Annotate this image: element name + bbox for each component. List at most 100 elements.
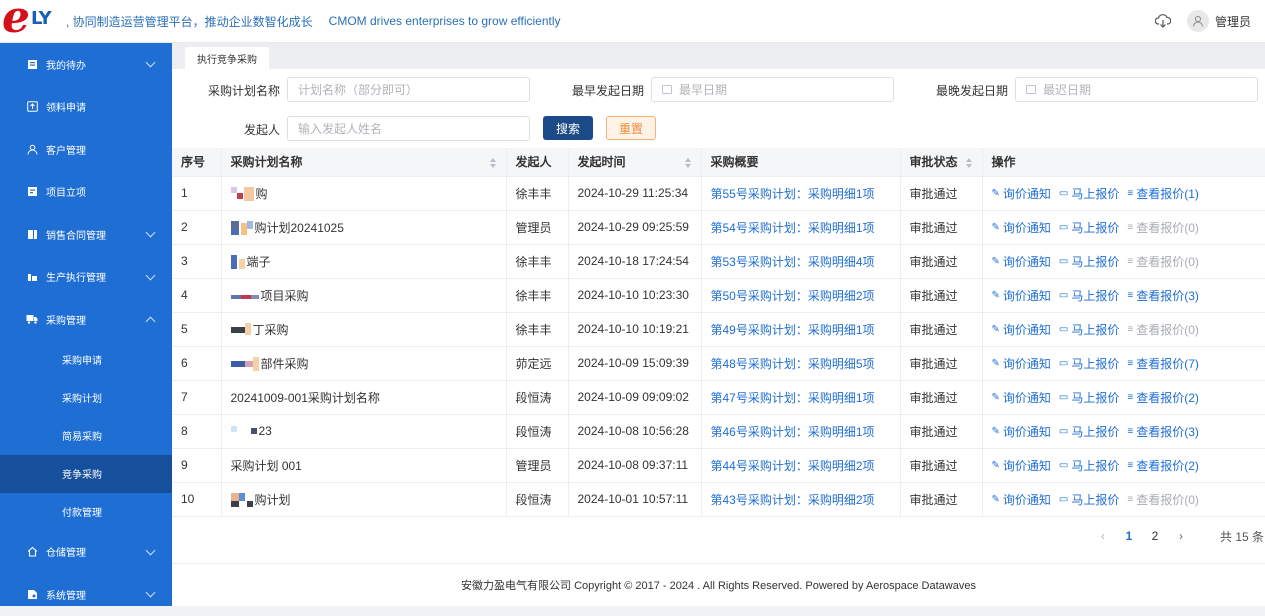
user-name[interactable]: 管理员 bbox=[1215, 13, 1251, 30]
sidebar-item-label: 系统管理 bbox=[46, 590, 86, 602]
user-avatar-icon[interactable] bbox=[1186, 10, 1209, 32]
cell-no: 5 bbox=[172, 312, 222, 347]
summary-link[interactable]: 第55号采购计划：采购明细1项 bbox=[711, 187, 875, 201]
chat-icon: ▭ bbox=[1058, 391, 1069, 403]
table-row[interactable]: 6 部件采购 茆定远 2024-10-09 15:09:39 第48号采购计划：采购明细… bbox=[172, 346, 1265, 381]
sidebar-item-project[interactable]: 项目立项 bbox=[0, 171, 172, 214]
summary-link[interactable]: 第47号采购计划：采购明细1项 bbox=[711, 391, 875, 405]
view-quotes-button[interactable]: ≡ 查看报价(2) bbox=[1127, 457, 1199, 474]
sort-icon[interactable] bbox=[489, 158, 496, 168]
sidebar-sub-purchase-request[interactable]: 采购申请 bbox=[0, 341, 172, 379]
table-row[interactable]: 9 采购计划 001 管理员 2024-10-08 09:37:11 第44号采购计划：… bbox=[172, 448, 1265, 483]
table-row[interactable]: 3 端子 徐丰丰 2024-10-18 17:24:54 第53号采购计划：采购明细4项… bbox=[172, 244, 1265, 279]
list-icon: ≡ bbox=[1127, 493, 1134, 505]
summary-link[interactable]: 第54号采购计划：采购明细1项 bbox=[711, 221, 875, 235]
inquiry-notice-button[interactable]: ✎ 询价通知 bbox=[992, 457, 1051, 474]
view-quotes-button[interactable]: ≡ 查看报价(0) bbox=[1127, 321, 1199, 338]
view-quotes-button[interactable]: ≡ 查看报价(2) bbox=[1127, 389, 1199, 406]
sidebar-item-material-request[interactable]: 领料申请 bbox=[0, 86, 172, 129]
table-row[interactable]: 1 购 徐丰丰 2024-10-29 11:25:34 第55号采购计划：采购明细1项 审… bbox=[172, 176, 1265, 211]
view-quotes-button[interactable]: ≡ 查看报价(3) bbox=[1127, 423, 1199, 440]
sidebar-item-warehouse[interactable]: 仓储管理 bbox=[0, 531, 172, 574]
summary-link[interactable]: 第50号采购计划：采购明细2项 bbox=[711, 289, 875, 303]
search-button[interactable]: 搜索 bbox=[543, 116, 593, 140]
sidebar-item-production[interactable]: 生产执行管理 bbox=[0, 256, 172, 299]
quote-now-button[interactable]: ▭ 马上报价 bbox=[1059, 185, 1119, 202]
quote-now-button[interactable]: ▭ 马上报价 bbox=[1059, 423, 1119, 440]
view-quotes-button[interactable]: ≡ 查看报价(0) bbox=[1127, 491, 1199, 508]
view-quotes-button[interactable]: ≡ 查看报价(1) bbox=[1127, 185, 1199, 202]
sidebar-sub-simple-purchase[interactable]: 简易采购 bbox=[0, 417, 172, 455]
initiator-input[interactable]: 输入发起人姓名 bbox=[287, 116, 530, 141]
quote-now-button[interactable]: ▭ 马上报价 bbox=[1059, 287, 1119, 304]
cell-initiator: 段恒涛 bbox=[506, 482, 569, 517]
prev-page-button[interactable]: ‹ bbox=[1090, 524, 1116, 548]
quote-now-button[interactable]: ▭ 马上报价 bbox=[1059, 253, 1119, 270]
cloud-download-icon[interactable] bbox=[1153, 11, 1173, 31]
view-quotes-label: 查看报价(1) bbox=[1136, 186, 1199, 201]
sidebar-item-customer[interactable]: 客户管理 bbox=[0, 128, 172, 171]
sidebar-item-procurement[interactable]: 采购管理 bbox=[0, 298, 172, 341]
page-1-button[interactable]: 1 bbox=[1116, 524, 1142, 548]
view-quotes-button[interactable]: ≡ 查看报价(3) bbox=[1127, 287, 1199, 304]
cell-plan-name: 购 bbox=[221, 176, 507, 211]
col-header-plan-name[interactable]: 采购计划名称 bbox=[221, 148, 507, 177]
tab-competitive-purchase[interactable]: 执行竞争采购 bbox=[185, 47, 269, 69]
table-row[interactable]: 2 购计划20241025 管理员 2024-10-29 09:25:59 第54号采购… bbox=[172, 210, 1265, 245]
summary-link[interactable]: 第46号采购计划：采购明细1项 bbox=[711, 425, 875, 439]
plan-name-text: 购计划20241025 bbox=[254, 220, 344, 235]
view-quotes-button[interactable]: ≡ 查看报价(0) bbox=[1127, 253, 1199, 270]
inquiry-notice-button[interactable]: ✎ 询价通知 bbox=[992, 219, 1051, 236]
inquiry-notice-button[interactable]: ✎ 询价通知 bbox=[992, 491, 1051, 508]
quote-now-button[interactable]: ▭ 马上报价 bbox=[1059, 457, 1119, 474]
inquiry-notice-button[interactable]: ✎ 询价通知 bbox=[992, 185, 1051, 202]
quote-now-button[interactable]: ▭ 马上报价 bbox=[1059, 491, 1119, 508]
page-2-button[interactable]: 2 bbox=[1142, 524, 1168, 548]
summary-link[interactable]: 第53号采购计划：采购明细4项 bbox=[711, 255, 875, 269]
summary-link[interactable]: 第49号采购计划：采购明细1项 bbox=[711, 323, 875, 337]
cell-time: 2024-10-10 10:19:21 bbox=[568, 312, 702, 347]
inquiry-notice-button[interactable]: ✎ 询价通知 bbox=[992, 321, 1051, 338]
next-page-button[interactable]: › bbox=[1168, 524, 1194, 548]
table-row[interactable]: 10 购计划 段恒涛 2024-10-01 10:57:11 第43号采购计划：采购明细… bbox=[172, 482, 1265, 517]
sort-icon[interactable] bbox=[965, 158, 972, 168]
reset-button[interactable]: 重置 bbox=[606, 116, 656, 140]
col-header-status[interactable]: 审批状态 bbox=[900, 148, 983, 177]
earliest-date-input[interactable]: 最早日期 bbox=[651, 77, 894, 102]
summary-link[interactable]: 第48号采购计划：采购明细5项 bbox=[711, 357, 875, 371]
latest-date-input[interactable]: 最迟日期 bbox=[1015, 77, 1258, 102]
quote-now-button[interactable]: ▭ 马上报价 bbox=[1059, 389, 1119, 406]
summary-link[interactable]: 第44号采购计划：采购明细2项 bbox=[711, 459, 875, 473]
sidebar-sub-competitive-purchase[interactable]: 竞争采购 bbox=[0, 454, 172, 493]
sidebar-sub-payment[interactable]: 付款管理 bbox=[0, 493, 172, 531]
summary-link[interactable]: 第43号采购计划：采购明细2项 bbox=[711, 493, 875, 507]
inquiry-notice-button[interactable]: ✎ 询价通知 bbox=[992, 423, 1051, 440]
inquiry-notice-button[interactable]: ✎ 询价通知 bbox=[992, 253, 1051, 270]
quote-now-button[interactable]: ▭ 马上报价 bbox=[1059, 355, 1119, 372]
sidebar-item-sales-contract[interactable]: 销售合同管理 bbox=[0, 213, 172, 256]
inquiry-notice-button[interactable]: ✎ 询价通知 bbox=[992, 355, 1051, 372]
company-logo: e LY bbox=[0, 0, 62, 43]
table-row[interactable]: 5 丁采购 徐丰丰 2024-10-10 10:19:21 第49号采购计划：采购明细1… bbox=[172, 312, 1265, 347]
view-quotes-button[interactable]: ≡ 查看报价(0) bbox=[1127, 219, 1199, 236]
table-row[interactable]: 7 20241009-001采购计划名称 段恒涛 2024-10-09 09:09:0… bbox=[172, 380, 1265, 415]
top-bar: e LY , 协同制造运营管理平台，推动企业数智化成长 CMOM drives … bbox=[0, 0, 1265, 43]
cell-time: 2024-10-09 09:09:02 bbox=[568, 380, 702, 415]
table-row[interactable]: 4 项目采购 徐丰丰 2024-10-10 10:23:30 第50号采购计划：采购明细… bbox=[172, 278, 1265, 313]
sort-icon[interactable] bbox=[684, 158, 691, 168]
sidebar-sub-purchase-plan[interactable]: 采购计划 bbox=[0, 379, 172, 417]
sidebar-item-system[interactable]: 系统管理 bbox=[0, 573, 172, 616]
cell-no: 2 bbox=[172, 210, 222, 245]
inquiry-notice-button[interactable]: ✎ 询价通知 bbox=[992, 389, 1051, 406]
quote-now-button[interactable]: ▭ 马上报价 bbox=[1059, 219, 1119, 236]
sidebar-item-todo[interactable]: 我的待办 bbox=[0, 43, 172, 86]
cell-summary: 第54号采购计划：采购明细1项 bbox=[701, 210, 901, 245]
view-quotes-button[interactable]: ≡ 查看报价(7) bbox=[1127, 355, 1199, 372]
table-row[interactable]: 8 23 段恒涛 2024-10-08 10:56:28 第46号采购计划：采购明细1项… bbox=[172, 414, 1265, 449]
quote-now-button[interactable]: ▭ 马上报价 bbox=[1059, 321, 1119, 338]
inquiry-notice-button[interactable]: ✎ 询价通知 bbox=[992, 287, 1051, 304]
col-header-time[interactable]: 发起时间 bbox=[568, 148, 702, 177]
cell-status: 审批通过 bbox=[900, 278, 983, 313]
plan-name-input[interactable]: 计划名称（部分即可） bbox=[287, 77, 530, 102]
cell-initiator: 段恒涛 bbox=[506, 380, 569, 415]
